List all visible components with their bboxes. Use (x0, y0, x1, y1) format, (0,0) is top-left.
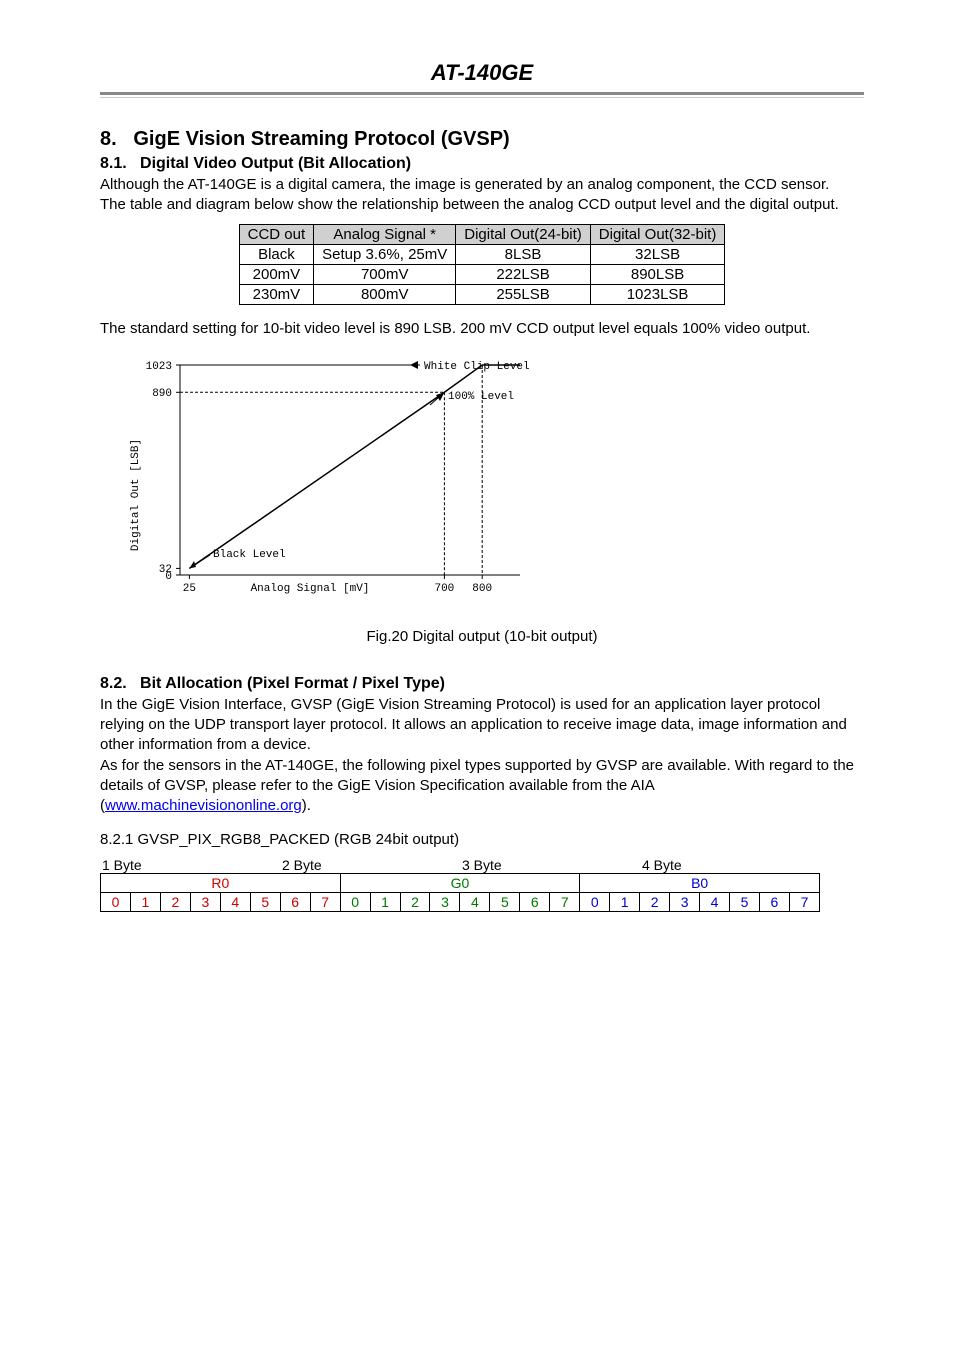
section-8-2-p2: As for the sensors in the AT-140GE, the … (100, 756, 864, 817)
color-label-r0: R0 (101, 873, 341, 892)
ccd-tbody: Black Setup 3.6%, 25mV 8LSB 32LSB 200mV … (239, 244, 725, 304)
aia-link[interactable]: www.machinevisiononline.org (105, 797, 302, 814)
section-8-num: 8. (100, 128, 117, 150)
section-8-2-p1: In the GigE Vision Interface, GVSP (GigE… (100, 695, 864, 756)
annot-100pct: 100% Level (448, 391, 514, 403)
table-row: 200mV 700mV 222LSB 890LSB (239, 264, 725, 284)
paragraph-after-ccd: The standard setting for 10-bit video le… (100, 319, 864, 339)
byte-label-1: 1 Byte (100, 857, 280, 873)
annot-black-level: Black Level (213, 549, 286, 561)
color-label-g0: G0 (340, 873, 580, 892)
chart-xlabel: Analog Signal [mV] (251, 583, 370, 595)
byte-label-2: 2 Byte (280, 857, 460, 873)
table-row: Black Setup 3.6%, 25mV 8LSB 32LSB (239, 244, 725, 264)
section-8-2-1-heading: 8.2.1 GVSP_PIX_RGB8_PACKED (RGB 24bit ou… (100, 830, 864, 850)
ccd-output-table: CCD out Analog Signal * Digital Out(24-b… (239, 224, 726, 305)
ytick-890: 890 (152, 388, 172, 400)
byte-label-3: 3 Byte (460, 857, 640, 873)
digital-output-chart: 0 32 890 1023 25 700 800 Analog Signal [… (120, 345, 864, 610)
section-8-2-p2b: ). (302, 797, 311, 814)
ytick-1023: 1023 (146, 361, 172, 373)
xtick-700: 700 (434, 583, 454, 595)
ccd-th-1: Analog Signal * (314, 224, 456, 244)
title-rule (100, 92, 864, 98)
ccd-th-0: CCD out (239, 224, 314, 244)
byte-label-4: 4 Byte (640, 857, 820, 873)
table-row: 230mV 800mV 255LSB 1023LSB (239, 284, 725, 304)
bits-row: 01234567 01234567 01234567 (101, 892, 820, 911)
section-8-2-heading: 8.2. Bit Allocation (Pixel Format / Pixe… (100, 675, 864, 693)
bit-allocation-table: 1 Byte 2 Byte 3 Byte 4 Byte R0 G0 B0 012… (100, 857, 864, 912)
section-8-1-p1: Although the AT-140GE is a digital camer… (100, 175, 864, 195)
section-8-1-title: Digital Video Output (Bit Allocation) (140, 155, 411, 172)
xtick-25: 25 (183, 583, 196, 595)
xtick-800: 800 (472, 583, 492, 595)
section-8-title: GigE Vision Streaming Protocol (GVSP) (133, 128, 509, 150)
section-8-2-num: 8.2. (100, 675, 127, 692)
fig20-caption: Fig.20 Digital output (10-bit output) (100, 628, 864, 645)
section-8-heading: 8. GigE Vision Streaming Protocol (GVSP) (100, 128, 864, 151)
section-8-1-heading: 8.1. Digital Video Output (Bit Allocatio… (100, 155, 864, 173)
ccd-th-3: Digital Out(32-bit) (590, 224, 725, 244)
color-label-b0: B0 (580, 873, 820, 892)
ytick-32: 32 (159, 564, 172, 576)
chart-ylabel: Digital Out [LSB] (130, 439, 142, 551)
ccd-th-2: Digital Out(24-bit) (456, 224, 591, 244)
section-8-2-title: Bit Allocation (Pixel Format / Pixel Typ… (140, 675, 445, 692)
annot-white-clip: White Clip Level (424, 361, 530, 373)
section-8-1-p2: The table and diagram below show the rel… (100, 195, 864, 215)
doc-title: AT-140GE (100, 60, 864, 86)
section-8-1-num: 8.1. (100, 155, 127, 172)
